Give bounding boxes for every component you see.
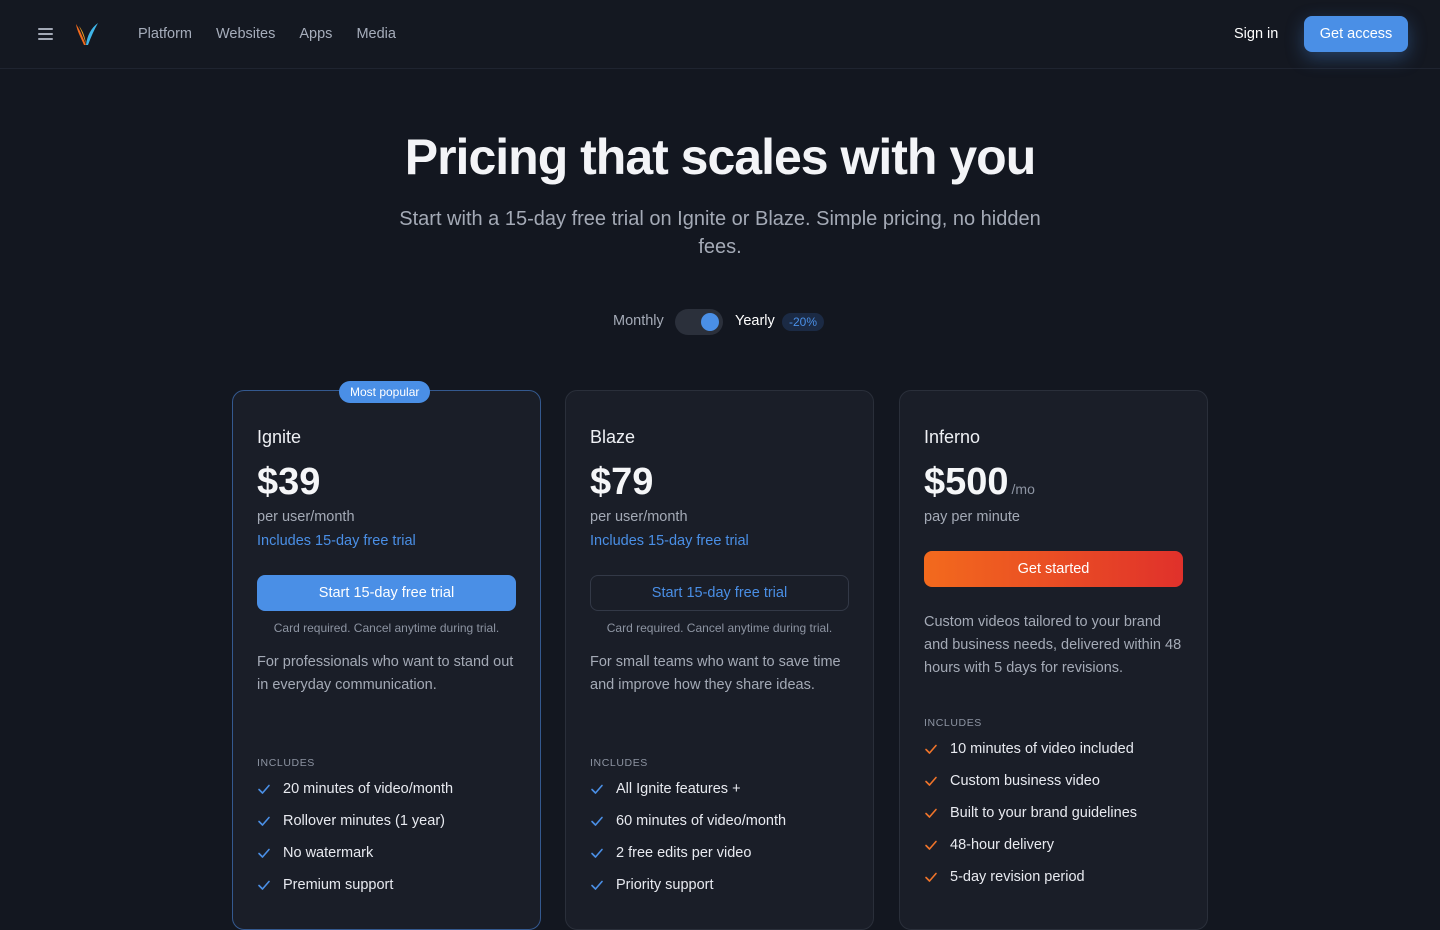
check-icon (590, 845, 616, 861)
get-started-button[interactable]: Get started (924, 551, 1183, 587)
feature-text: Premium support (283, 877, 394, 893)
check-icon (257, 813, 283, 829)
price-amount: $79 (590, 461, 654, 503)
price-amount: $500 (924, 461, 1009, 503)
feature-list: 10 minutes of video included Custom busi… (924, 733, 1137, 893)
check-icon (924, 837, 950, 853)
feature-item: Built to your brand guidelines (924, 797, 1137, 829)
feature-list: 20 minutes of video/month Rollover minut… (257, 773, 453, 901)
plan-name: Inferno (924, 427, 981, 447)
feature-list: All Ignite features + 60 minutes of vide… (590, 773, 786, 901)
nav-websites[interactable]: Websites (216, 24, 275, 44)
yearly-label[interactable]: Yearly (735, 313, 775, 329)
check-icon (590, 877, 616, 893)
check-icon (590, 781, 616, 797)
feature-item: No watermark (257, 837, 453, 869)
feature-text: Built to your brand guidelines (950, 805, 1138, 821)
plan-description: Custom videos tailored to your brand and… (924, 614, 1182, 676)
feature-item: 20 minutes of video/month (257, 773, 453, 805)
billing-toggle[interactable] (675, 309, 723, 335)
plan-billing-unit: per user/month (257, 509, 355, 525)
main-nav: Platform Websites Apps Media (138, 24, 396, 44)
sign-in-link[interactable]: Sign in (1234, 24, 1278, 44)
monthly-label[interactable]: Monthly (613, 313, 664, 329)
feature-item: Rollover minutes (1 year) (257, 805, 453, 837)
check-icon (257, 877, 283, 893)
nav-platform[interactable]: Platform (138, 24, 192, 44)
trial-fine-print: Card required. Cancel anytime during tri… (606, 621, 833, 635)
feature-item: 5-day revision period (924, 861, 1137, 893)
page-subtitle: Start with a 15-day free trial on Ignite… (399, 208, 1041, 258)
check-icon (924, 869, 950, 885)
toggle-knob (701, 313, 719, 331)
plan-billing-unit: pay per minute (924, 509, 1020, 525)
plan-card-blaze: Blaze $79 per user/month Includes 15-day… (565, 390, 874, 930)
check-icon (924, 805, 950, 821)
includes-label: INCLUDES (590, 757, 648, 769)
price-unit: /mo (1011, 481, 1035, 497)
plan-name: Ignite (257, 427, 302, 447)
feature-text: 10 minutes of video included (950, 741, 1134, 757)
feature-item: Premium support (257, 869, 453, 901)
feature-text: No watermark (283, 845, 374, 861)
includes-label: INCLUDES (924, 717, 982, 729)
plan-price: $39 (257, 461, 320, 504)
plan-card-ignite: Most popular Ignite $39 per user/month I… (232, 381, 541, 930)
nav-apps[interactable]: Apps (299, 24, 332, 44)
start-trial-button[interactable]: Start 15-day free trial (590, 575, 849, 611)
plan-price: $79 (590, 461, 653, 504)
plan-price: $500/mo (924, 461, 1035, 504)
feature-text: 5-day revision period (950, 869, 1085, 885)
feature-text: Custom business video (950, 773, 1100, 789)
start-trial-button[interactable]: Start 15-day free trial (257, 575, 516, 611)
check-icon (924, 773, 950, 789)
feature-text: 48-hour delivery (950, 837, 1054, 853)
feature-item: All Ignite features + (590, 773, 786, 805)
trial-fine-print: Card required. Cancel anytime during tri… (273, 621, 500, 635)
feature-item: Custom business video (924, 765, 1137, 797)
feature-text: Priority support (616, 877, 714, 893)
plan-card-inferno: Inferno $500/mo pay per minute Get start… (899, 390, 1208, 930)
check-icon (590, 813, 616, 829)
feature-text: Rollover minutes (1 year) (283, 813, 445, 829)
plan-description: For professionals who want to stand out … (257, 654, 514, 693)
nav-media[interactable]: Media (356, 24, 396, 44)
trial-note: Includes 15-day free trial (590, 533, 749, 549)
get-access-button[interactable]: Get access (1304, 16, 1408, 52)
check-icon (257, 845, 283, 861)
top-navbar: Platform Websites Apps Media Sign in Get… (0, 0, 1440, 69)
feature-item: Priority support (590, 869, 786, 901)
yearly-discount-badge: -20% (782, 313, 825, 331)
trial-note: Includes 15-day free trial (257, 533, 416, 549)
plan-name: Blaze (590, 427, 636, 447)
most-popular-badge: Most popular (339, 381, 431, 403)
feature-item: 48-hour delivery (924, 829, 1137, 861)
feature-text: All Ignite features + (616, 781, 741, 797)
plan-billing-unit: per user/month (590, 509, 688, 525)
feature-text: 2 free edits per video (616, 845, 752, 861)
feature-item: 2 free edits per video (590, 837, 786, 869)
page-title: Pricing that scales with you (404, 129, 1037, 185)
feature-item: 60 minutes of video/month (590, 805, 786, 837)
check-icon (924, 741, 950, 757)
includes-label: INCLUDES (257, 757, 315, 769)
plan-description: For small teams who want to save time an… (590, 654, 841, 693)
price-amount: $39 (257, 461, 321, 503)
hamburger-menu-icon[interactable] (36, 24, 56, 44)
feature-text: 60 minutes of video/month (616, 813, 787, 829)
brand-logo[interactable] (74, 20, 100, 48)
check-icon (257, 781, 283, 797)
feature-text: 20 minutes of video/month (283, 781, 454, 797)
billing-period-switch: Monthly Yearly -20% (0, 308, 1440, 336)
feature-item: 10 minutes of video included (924, 733, 1137, 765)
